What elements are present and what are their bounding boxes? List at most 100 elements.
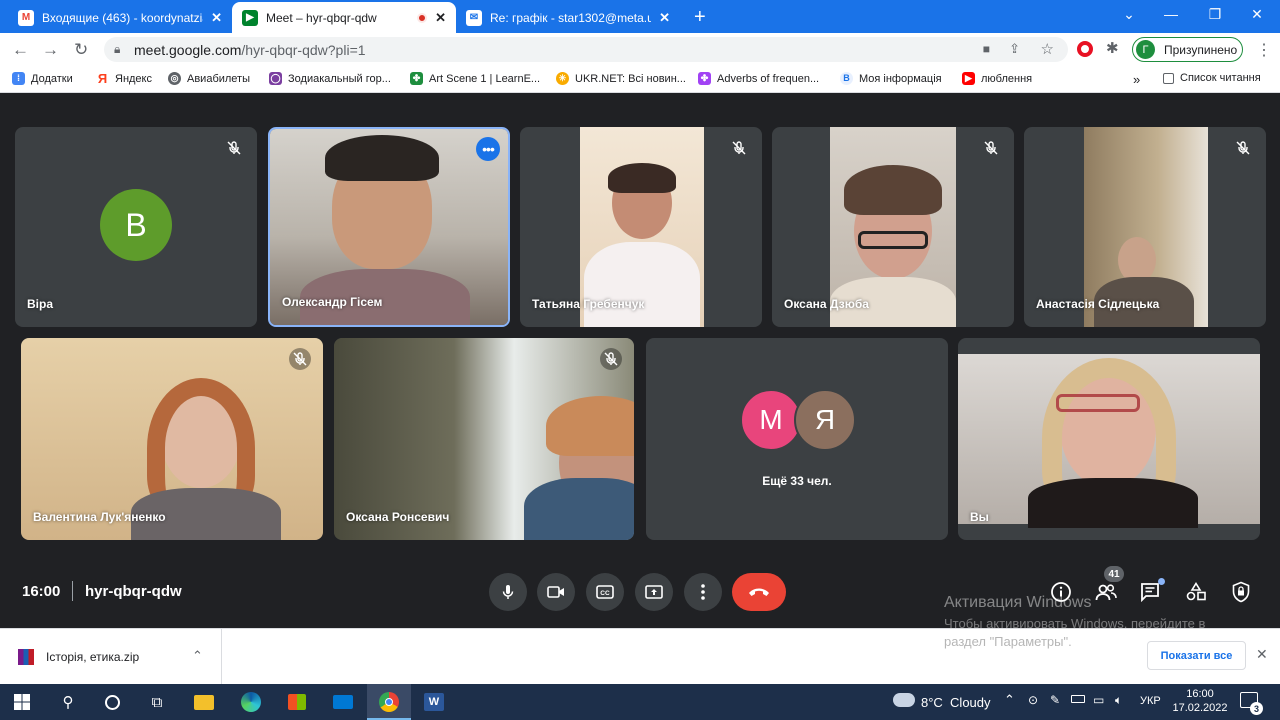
notifications-badge: 3 [1250,702,1263,715]
shirt-shape [584,242,700,327]
minimize-button[interactable]: — [1148,0,1194,28]
present-button[interactable] [635,573,673,611]
chrome-taskbar-button[interactable] [367,684,411,720]
participant-tile[interactable]: Валентина Лук'яненко [21,338,323,540]
yandex-icon: Я [97,71,108,86]
shield-lock-icon [1232,581,1250,603]
cortana-icon[interactable] [100,690,124,714]
restore-button[interactable]: ❐ [1192,0,1238,28]
reload-icon[interactable]: ↻ [74,40,88,60]
host-controls-button[interactable] [1229,580,1253,604]
globe-icon: ◎ [168,72,181,85]
close-tab-icon[interactable]: ✕ [659,10,670,26]
start-button[interactable] [10,690,34,714]
windows-logo-icon [14,694,30,710]
language-indicator[interactable]: УКР [1140,695,1161,707]
clock[interactable]: 16:00 17.02.2022 [1172,687,1228,715]
more-options-icon[interactable]: ••• [476,137,500,161]
mic-off-icon [1232,137,1254,159]
captions-button[interactable]: CC [586,573,624,611]
mail-app-icon[interactable] [331,690,355,714]
search-icon[interactable]: ⚲ [56,690,80,714]
participant-name: Оксана Ронсевич [346,510,450,524]
file-explorer-icon[interactable] [192,690,216,714]
camera-button[interactable] [537,573,575,611]
leave-call-button[interactable] [732,573,786,611]
participant-tile[interactable]: В Віра [15,127,257,327]
participant-tile[interactable]: Оксана Дзюба [772,127,1014,327]
word-icon[interactable]: W [422,690,446,714]
tab-mail[interactable]: ✉ Re: графік - star1302@meta.ua ✕ [456,2,680,33]
tab-search-icon[interactable]: ⌄ [1106,0,1152,28]
glasses-shape [858,231,928,249]
bookmark-apps[interactable]: ⁞ Додатки [12,72,73,85]
bookmark-youtube[interactable]: ▶ люблення [962,72,1032,85]
more-vert-icon [701,584,705,600]
close-tab-icon[interactable]: ✕ [435,10,446,26]
close-window-button[interactable]: ✕ [1234,0,1280,28]
weather-text[interactable]: 8°C Cloudy [921,695,991,710]
meet-tray-icon[interactable]: ⊙ [1028,693,1038,707]
mic-button[interactable] [489,573,527,611]
participant-tile-speaking[interactable]: ••• Олександр Гісем [268,127,510,327]
edge-icon[interactable] [239,690,263,714]
forward-icon[interactable]: → [42,40,59,60]
menu-icon[interactable]: ⋮ [1256,40,1272,60]
meet-icon: ▶ [242,9,258,26]
share-icon[interactable]: ⇪ [1009,41,1020,57]
shirt-shape [1028,478,1198,528]
captions-icon: CC [596,585,614,599]
volume-icon[interactable]: 🔈︎ [1115,693,1122,708]
participant-tile[interactable]: Оксана Ронсевич [334,338,634,540]
show-hidden-icons-icon[interactable]: ⌃ [1004,692,1015,708]
gmail-icon: M [18,9,34,26]
youtube-icon: ▶ [962,72,975,85]
others-tile[interactable]: М Я Ещё 33 чел. [646,338,948,540]
participant-tile[interactable]: Татьяна Гребенчук [520,127,762,327]
bookmark-avia[interactable]: ◎ Авиабилеты [168,72,250,85]
participant-name: Олександр Гісем [282,295,383,309]
camera-icon[interactable]: ■ [983,42,990,56]
bookmark-ukrnet[interactable]: ✳ UKR.NET: Всі новин... [556,72,686,85]
bookmark-art[interactable]: ✤ Art Scene 1 | LearnE... [410,72,540,85]
opera-icon[interactable] [1077,41,1093,57]
show-all-downloads-button[interactable]: Показати все [1147,641,1246,670]
bookmark-label: Додатки [31,72,73,85]
reading-list-button[interactable]: Список читання [1163,72,1261,84]
recording-icon [417,12,428,23]
profile-button[interactable]: Г Призупинено [1132,37,1243,62]
back-icon[interactable]: ← [12,40,29,60]
tab-title: Входящие (463) - koordynatzia@ [42,10,203,25]
hang-up-icon [749,588,769,596]
extensions-icon[interactable]: ✱ [1106,39,1119,57]
close-tab-icon[interactable]: ✕ [211,10,222,26]
new-tab-button[interactable]: + [684,2,716,33]
people-button[interactable]: 41 [1094,566,1124,604]
glasses-shape [1056,394,1140,412]
more-bookmarks-button[interactable]: » [1133,72,1140,87]
tab-title: Re: графік - star1302@meta.ua [490,10,652,25]
task-view-icon[interactable]: ⧉ [145,690,169,714]
more-options-button[interactable] [684,573,722,611]
url-text: meet.google.com/hyr-qbqr-qdw?pli=1 [134,42,366,58]
pen-icon[interactable]: ✎ [1050,693,1060,707]
download-item[interactable]: Історія, етика.zip ⌃ [0,629,222,685]
bookmark-adverbs[interactable]: ✤ Adverbs of frequen... [698,72,819,85]
battery-icon[interactable] [1071,695,1085,703]
tab-meet[interactable]: ▶ Meet – hyr-qbqr-qdw ✕ [232,2,456,33]
participant-tile[interactable]: Анастасія Сідлецька [1024,127,1266,327]
self-tile[interactable]: Вы [958,338,1260,540]
bookmark-zodiac[interactable]: ◯ Зодиакальный гор... [269,72,391,85]
chevron-up-icon[interactable]: ⌃ [192,648,203,664]
network-icon[interactable]: ▭ [1093,693,1104,707]
address-bar[interactable]: 🔒︎ meet.google.com/hyr-qbqr-qdw?pli=1 ■ … [104,37,1068,62]
bookmark-info[interactable]: В Моя інформація [840,72,942,85]
tab-gmail[interactable]: M Входящие (463) - koordynatzia@ ✕ [8,2,232,33]
info-icon: В [840,72,853,85]
store-icon[interactable] [285,690,309,714]
chat-button[interactable] [1139,578,1165,604]
activities-button[interactable] [1184,580,1208,604]
bookmark-star-icon[interactable]: ☆ [1041,40,1054,58]
bookmark-yandex[interactable]: Я Яндекс [96,72,152,85]
close-download-bar-icon[interactable]: ✕ [1256,646,1268,663]
